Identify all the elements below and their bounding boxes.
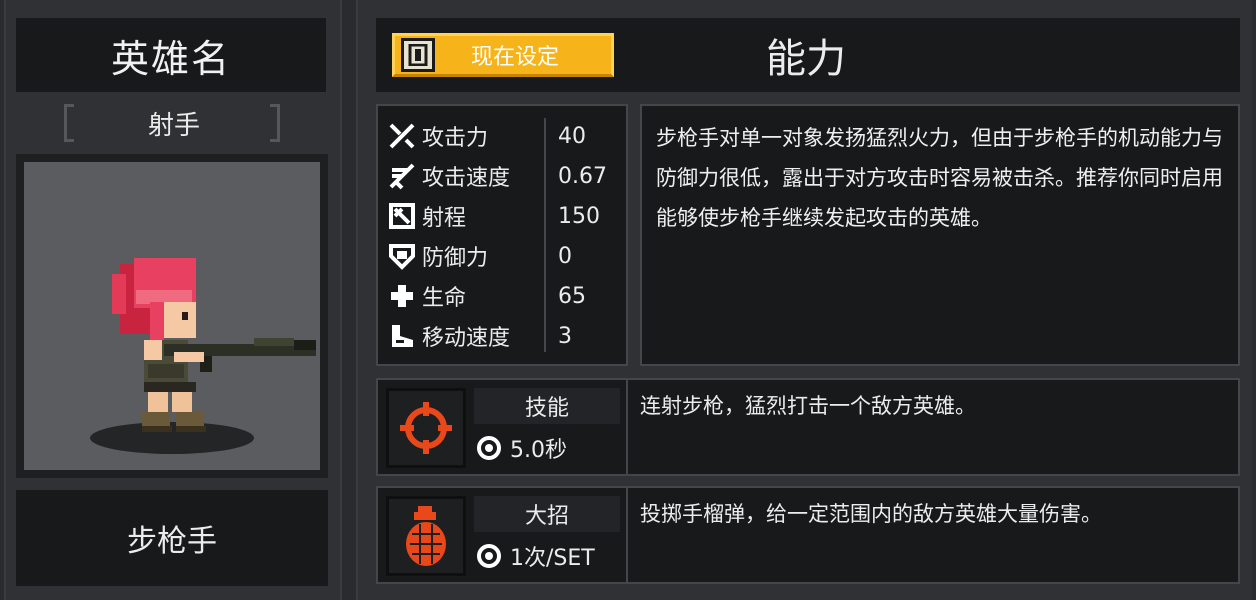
ultimate-divider [626, 488, 628, 582]
stat-row-attack-speed: 攻击速度 0.67 [386, 158, 622, 194]
crosshair-icon[interactable] [386, 388, 466, 468]
cooldown-icon [474, 541, 504, 571]
ultimate-description: 投掷手榴弹，给一定范围内的敌方英雄大量伤害。 [640, 502, 1102, 526]
attack-speed-icon [386, 160, 418, 192]
ultimate-cooldown: 1次/SET [474, 538, 620, 574]
skill-divider [626, 380, 628, 474]
defense-icon [386, 240, 418, 272]
stat-row-defense: 防御力 0 [386, 238, 622, 274]
stat-value: 0 [558, 243, 572, 269]
skill-description: 连射步枪，猛烈打击一个敌方英雄。 [640, 394, 976, 418]
attack-icon [386, 120, 418, 152]
grenade-icon[interactable] [386, 496, 466, 576]
stat-value: 65 [558, 283, 586, 309]
stat-row-attack: 攻击力 40 [386, 118, 622, 154]
stat-name: 射程 [422, 206, 467, 231]
skill-cooldown-value: 5.0秒 [510, 438, 567, 463]
hero-role: 射手 [147, 110, 200, 141]
ability-header: 现在设定 能力 [376, 18, 1240, 92]
set-now-label: 现在设定 [470, 45, 559, 70]
ultimate-label: 大招 [474, 496, 620, 532]
stat-value: 0.67 [558, 163, 607, 189]
set-now-button[interactable]: 现在设定 [392, 33, 614, 77]
ultimate-row: 大招 1次/SET 投掷手榴弹，给一定范围内的敌方英雄大量伤害。 [376, 486, 1240, 584]
hero-class: 步枪手 [16, 490, 328, 586]
stat-name: 攻击力 [422, 126, 489, 151]
stat-name: 生命 [422, 286, 467, 311]
stat-name: 攻击速度 [422, 166, 511, 191]
stats-table: 攻击力 40 攻击速度 0.67 射程 150 防御力 0 生命 65 移动速度 [376, 104, 628, 366]
cooldown-icon [474, 433, 504, 463]
health-icon [386, 280, 418, 312]
right-bracket [270, 104, 280, 142]
ability-title: 能力 [766, 36, 846, 82]
stat-name: 移动速度 [422, 326, 511, 351]
range-icon [386, 200, 418, 232]
stat-name: 防御力 [422, 246, 489, 271]
rifleman-sprite [90, 258, 316, 454]
skill-label: 技能 [474, 388, 620, 424]
stat-row-move-speed: 移动速度 3 [386, 318, 622, 354]
stat-row-health: 生命 65 [386, 278, 622, 314]
skill-cooldown: 5.0秒 [474, 430, 620, 466]
move-speed-icon [386, 320, 418, 352]
ultimate-cooldown-value: 1次/SET [510, 546, 595, 571]
hero-portrait [16, 154, 328, 478]
card-icon [401, 38, 435, 72]
skill-row: 技能 5.0秒 连射步枪，猛烈打击一个敌方英雄。 [376, 378, 1240, 476]
stat-value: 3 [558, 323, 572, 349]
hero-description: 步枪手对单一对象发扬猛烈火力，但由于步枪手的机动能力与防御力很低，露出于对方攻击… [640, 104, 1240, 366]
stat-value: 150 [558, 203, 600, 229]
stat-row-range: 射程 150 [386, 198, 622, 234]
stat-value: 40 [558, 123, 586, 149]
hero-name: 英雄名 [16, 18, 326, 92]
